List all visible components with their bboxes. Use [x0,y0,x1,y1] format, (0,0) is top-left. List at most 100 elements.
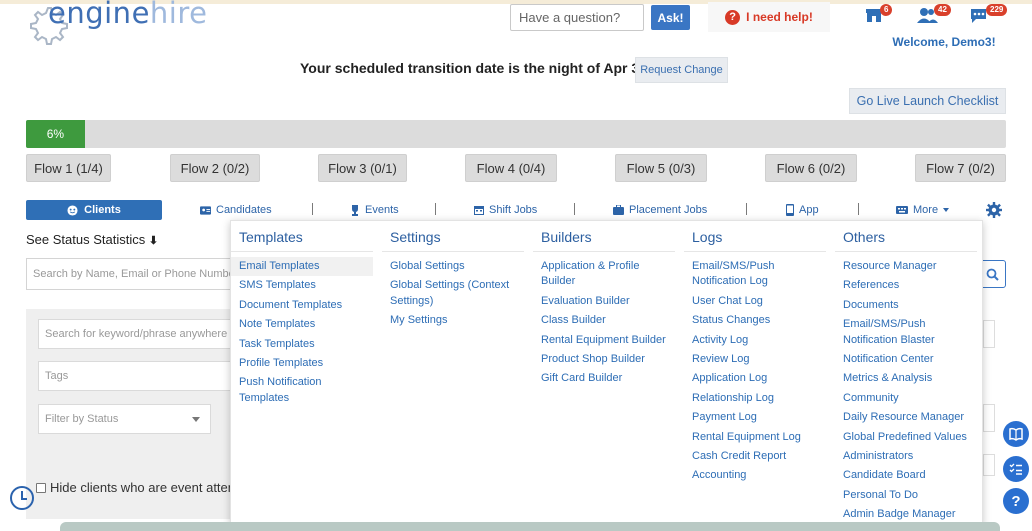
guide-button[interactable] [1003,421,1029,447]
menu-item[interactable]: Global Settings (Context Settings) [382,276,524,311]
menu-item[interactable]: Administrators [835,447,977,466]
tags-placeholder: Tags [45,370,69,382]
menu-item[interactable]: Relationship Log [684,389,826,408]
flow-2-button[interactable]: Flow 2 (0/2) [170,154,260,182]
menu-item[interactable]: Community [835,389,977,408]
menu-item[interactable]: Candidate Board [835,466,977,485]
double-chevron-down-icon: ⬇ [148,235,159,247]
os-dock [60,522,1000,531]
flow-7-button[interactable]: Flow 7 (0/2) [915,154,1006,182]
nav-clients[interactable]: Clients [26,200,162,220]
caret-down-icon [943,208,950,212]
menu-item[interactable]: Notification Center [835,350,977,369]
trophy-icon [352,204,358,216]
menu-item[interactable]: My Settings [382,311,524,330]
menu-item[interactable]: Application Log [684,369,826,388]
nav-placement-jobs[interactable]: Placement Jobs [613,202,707,218]
menu-item[interactable]: Rental Equipment Builder [533,331,675,350]
menu-item[interactable]: Email/SMS/Push Notification Blaster [835,315,945,350]
question-input[interactable]: Have a question? [510,4,644,31]
chat-nav[interactable]: 229 [968,4,1008,24]
request-change-button[interactable]: Request Change [635,57,728,83]
settings-gear-icon[interactable] [986,202,1002,218]
search-clients-placeholder: Search by Name, Email or Phone Number [33,268,239,280]
menu-heading-settings: Settings [382,221,524,252]
checklist-button[interactable] [1003,456,1029,482]
hide-clients-checkbox[interactable]: Hide clients who are event attendees [36,480,230,495]
flow-6-button[interactable]: Flow 6 (0/2) [765,154,857,182]
status-placeholder: Filter by Status [45,413,119,425]
menu-item[interactable]: Email Templates [231,257,373,277]
menu-item[interactable]: Global Predefined Values [835,428,977,447]
help-button[interactable]: ? I need help! [708,2,830,32]
help-float-button[interactable]: ? [1003,488,1029,514]
nav-events-label: Events [365,204,399,216]
menu-column-logs: Logs Email/SMS/Push Notification Log Use… [684,221,834,486]
menu-item[interactable]: Metrics & Analysis [835,369,977,388]
menu-item[interactable]: References [835,276,977,295]
keyword-placeholder: Search for keyword/phrase anywhere [45,328,228,340]
transition-text: Your scheduled transition date is the ni… [300,60,647,76]
menu-item[interactable]: Note Templates [231,315,373,334]
menu-item[interactable]: Email/SMS/Push Notification Log [684,257,799,292]
nav-shift-jobs-label: Shift Jobs [489,204,538,216]
nav-events[interactable]: Events [350,202,399,218]
nav-divider [435,203,436,215]
keyboard-icon [896,206,908,214]
flow-3-button[interactable]: Flow 3 (0/1) [318,154,407,182]
menu-item[interactable]: Global Settings [382,257,524,276]
menu-item[interactable]: Daily Resource Manager [835,408,977,427]
menu-item[interactable]: Activity Log [684,331,826,350]
menu-item[interactable]: Task Templates [231,335,373,354]
menu-item[interactable]: Evaluation Builder [533,292,675,311]
status-filter-select[interactable]: Filter by Status [38,404,211,434]
menu-item[interactable]: Gift Card Builder [533,369,675,388]
nav-divider [858,203,859,215]
menu-item[interactable]: Class Builder [533,311,675,330]
menu-item[interactable]: Document Templates [231,296,373,315]
progress-label: 6% [46,127,65,141]
menu-item[interactable]: Rental Equipment Log [684,428,826,447]
menu-item[interactable]: User Chat Log [684,292,826,311]
checklist-icon [1009,463,1022,475]
nav-app[interactable]: App [786,202,819,218]
nav-more[interactable]: More [896,202,950,218]
nav-shift-jobs[interactable]: Shift Jobs [474,202,537,218]
users-nav[interactable]: 42 [916,4,951,24]
menu-column-builders: Builders Application & Profile Builder E… [533,221,683,389]
tags-input[interactable]: Tags [38,361,238,391]
menu-item[interactable]: Payment Log [684,408,826,427]
ask-button[interactable]: Ask! [651,5,690,30]
logo-main: engine [48,0,150,30]
flow-1-button[interactable]: Flow 1 (1/4) [26,154,111,182]
menu-heading-others: Others [835,221,977,252]
menu-item[interactable]: Accounting [684,466,826,485]
menu-item[interactable]: Resource Manager [835,257,977,276]
menu-item[interactable]: Application & Profile Builder [533,257,658,292]
menu-item[interactable]: Documents [835,296,977,315]
menu-item[interactable]: Personal To Do [835,486,977,505]
book-icon [1009,427,1023,441]
go-live-checklist-button[interactable]: Go Live Launch Checklist [849,88,1006,114]
menu-heading-builders: Builders [533,221,675,252]
menu-item[interactable]: Status Changes [684,311,826,330]
store-nav[interactable]: 6 [864,4,893,24]
menu-item[interactable]: Review Log [684,350,826,369]
flow-5-button[interactable]: Flow 5 (0/3) [615,154,707,182]
logo[interactable]: enginehire [26,0,207,48]
menu-item[interactable]: SMS Templates [231,276,373,295]
see-status-statistics[interactable]: See Status Statistics ⬇ [26,232,158,247]
menu-heading-templates: Templates [231,221,373,252]
menu-item[interactable]: Push Notification Templates [231,373,336,408]
keyword-search-input[interactable]: Search for keyword/phrase anywhere [38,319,238,349]
menu-item[interactable]: Cash Credit Report [684,447,826,466]
menu-item[interactable]: Profile Templates [231,354,373,373]
checkbox-box[interactable] [36,482,46,493]
help-label: I need help! [746,10,813,24]
nav-candidates[interactable]: Candidates [200,202,272,218]
flow-4-button[interactable]: Flow 4 (0/4) [465,154,557,182]
nav-placement-jobs-label: Placement Jobs [629,204,708,216]
menu-column-others: Others Resource Manager References Docum… [835,221,985,525]
clock-icon[interactable] [10,486,34,510]
menu-item[interactable]: Product Shop Builder [533,350,675,369]
